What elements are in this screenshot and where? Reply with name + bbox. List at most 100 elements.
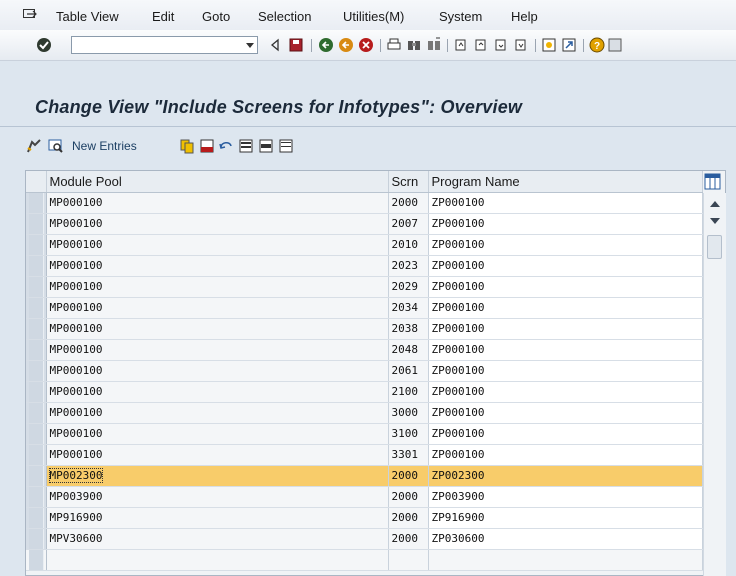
table-row[interactable]: MP000100 2061 ZP000100 [26, 360, 703, 382]
table-row[interactable]: MP000100 2100 ZP000100 [26, 381, 703, 403]
table-row[interactable]: MP000100 2023 ZP000100 [26, 255, 703, 277]
chevron-down-icon[interactable] [246, 43, 254, 48]
next-page-icon[interactable] [493, 37, 509, 53]
row-selector[interactable] [26, 423, 47, 445]
create-session-icon[interactable] [541, 37, 557, 53]
table-row[interactable]: MP003900 2000 ZP003900 [26, 486, 703, 508]
cell-program-name[interactable]: ZP000100 [428, 234, 703, 256]
select-block-icon[interactable] [258, 138, 274, 154]
row-selector[interactable] [26, 234, 47, 256]
row-selector[interactable] [26, 213, 47, 235]
display-change-icon[interactable] [26, 138, 42, 154]
table-row[interactable]: MP000100 2034 ZP000100 [26, 297, 703, 319]
table-row[interactable]: MP000100 2010 ZP000100 [26, 234, 703, 256]
menu-icon[interactable] [23, 9, 37, 20]
row-selector[interactable] [26, 486, 47, 508]
copy-as-icon[interactable] [179, 138, 195, 154]
column-configuration-icon[interactable] [704, 173, 721, 190]
save-icon[interactable] [288, 37, 304, 53]
find-next-icon[interactable] [426, 37, 442, 53]
row-selector[interactable] [26, 360, 47, 382]
table-row[interactable]: MPV30600 2000 ZP030600 [26, 528, 703, 550]
cell-program-name[interactable]: ZP000100 [428, 318, 703, 340]
menu-selection[interactable]: Selection [258, 9, 311, 24]
menu-utilities[interactable]: Utilities(M) [343, 9, 404, 24]
scroll-thumb[interactable] [707, 235, 722, 259]
menu-table-view[interactable]: Table View [56, 9, 119, 24]
exit-icon[interactable] [338, 37, 354, 53]
first-page-icon[interactable] [453, 37, 469, 53]
display-icon[interactable] [48, 138, 64, 154]
column-header-module-pool[interactable]: Module Pool [46, 171, 389, 193]
previous-page-icon[interactable] [473, 37, 489, 53]
cell-program-name[interactable]: ZP000100 [428, 276, 703, 298]
cell-scrn: 3301 [388, 444, 429, 466]
cell-program-name[interactable]: ZP030600 [428, 528, 703, 550]
row-selector[interactable] [26, 549, 47, 571]
cell-program-name[interactable]: ZP000100 [428, 360, 703, 382]
table-row[interactable]: MP000100 2029 ZP000100 [26, 276, 703, 298]
row-selector[interactable] [26, 381, 47, 403]
undo-change-icon[interactable] [218, 138, 234, 154]
scroll-down-icon[interactable] [710, 218, 720, 224]
table-row-empty[interactable] [26, 549, 703, 571]
new-entries-button[interactable]: New Entries [72, 139, 137, 153]
table-row[interactable]: MP916900 2000 ZP916900 [26, 507, 703, 529]
last-page-icon[interactable] [513, 37, 529, 53]
table-row[interactable]: MP000100 2007 ZP000100 [26, 213, 703, 235]
cell-program-name[interactable]: ZP916900 [428, 507, 703, 529]
cell-program-name[interactable]: ZP000100 [428, 423, 703, 445]
table-row[interactable]: MP000100 3000 ZP000100 [26, 402, 703, 424]
cell-program-name[interactable]: ZP003900 [428, 486, 703, 508]
cell-program-name[interactable]: ZP000100 [428, 381, 703, 403]
select-all-header[interactable] [26, 171, 47, 193]
table-row[interactable]: MP000100 2048 ZP000100 [26, 339, 703, 361]
row-selector[interactable] [26, 276, 47, 298]
back-icon[interactable] [318, 37, 334, 53]
delete-icon[interactable] [199, 138, 215, 154]
table-row[interactable]: MP000100 2000 ZP000100 [26, 192, 703, 214]
vertical-scrollbar[interactable] [703, 193, 726, 576]
print-icon[interactable] [386, 37, 402, 53]
row-selector[interactable] [26, 444, 47, 466]
cell-program-name[interactable]: ZP000100 [428, 444, 703, 466]
table-row[interactable]: MP000100 2038 ZP000100 [26, 318, 703, 340]
menu-goto[interactable]: Goto [202, 9, 230, 24]
scroll-up-icon[interactable] [710, 201, 720, 207]
row-selector[interactable] [26, 528, 47, 550]
menu-help[interactable]: Help [511, 9, 538, 24]
table-row-selected[interactable]: MP002300 2000 ZP002300 [26, 465, 703, 487]
back-arrow-icon[interactable] [267, 37, 283, 53]
select-all-icon[interactable] [238, 138, 254, 154]
cell-program-name[interactable]: ZP000100 [428, 339, 703, 361]
column-header-program-name[interactable]: Program Name [428, 171, 703, 193]
shortcut-icon[interactable] [561, 37, 577, 53]
cell-program-name[interactable]: ZP002300 [428, 465, 703, 487]
row-selector[interactable] [26, 507, 47, 529]
enter-checkmark-icon[interactable] [36, 37, 52, 53]
table-row[interactable]: MP000100 3301 ZP000100 [26, 444, 703, 466]
row-selector[interactable] [26, 465, 47, 487]
row-selector[interactable] [26, 318, 47, 340]
cell-program-name[interactable]: ZP000100 [428, 297, 703, 319]
row-selector[interactable] [26, 402, 47, 424]
cell-program-name[interactable]: ZP000100 [428, 402, 703, 424]
row-selector[interactable] [26, 192, 47, 214]
help-icon[interactable]: ? [589, 37, 605, 53]
cell-program-name[interactable]: ZP000100 [428, 192, 703, 214]
cell-program-name[interactable] [428, 549, 703, 571]
deselect-all-icon[interactable] [278, 138, 294, 154]
menu-system[interactable]: System [439, 9, 482, 24]
cell-program-name[interactable]: ZP000100 [428, 255, 703, 277]
cancel-icon[interactable] [358, 37, 374, 53]
command-field[interactable] [71, 36, 258, 54]
row-selector[interactable] [26, 339, 47, 361]
layout-menu-icon[interactable] [607, 37, 623, 53]
column-header-scrn[interactable]: Scrn [388, 171, 429, 193]
cell-program-name[interactable]: ZP000100 [428, 213, 703, 235]
menu-edit[interactable]: Edit [152, 9, 174, 24]
find-icon[interactable] [406, 37, 422, 53]
table-row[interactable]: MP000100 3100 ZP000100 [26, 423, 703, 445]
row-selector[interactable] [26, 297, 47, 319]
row-selector[interactable] [26, 255, 47, 277]
